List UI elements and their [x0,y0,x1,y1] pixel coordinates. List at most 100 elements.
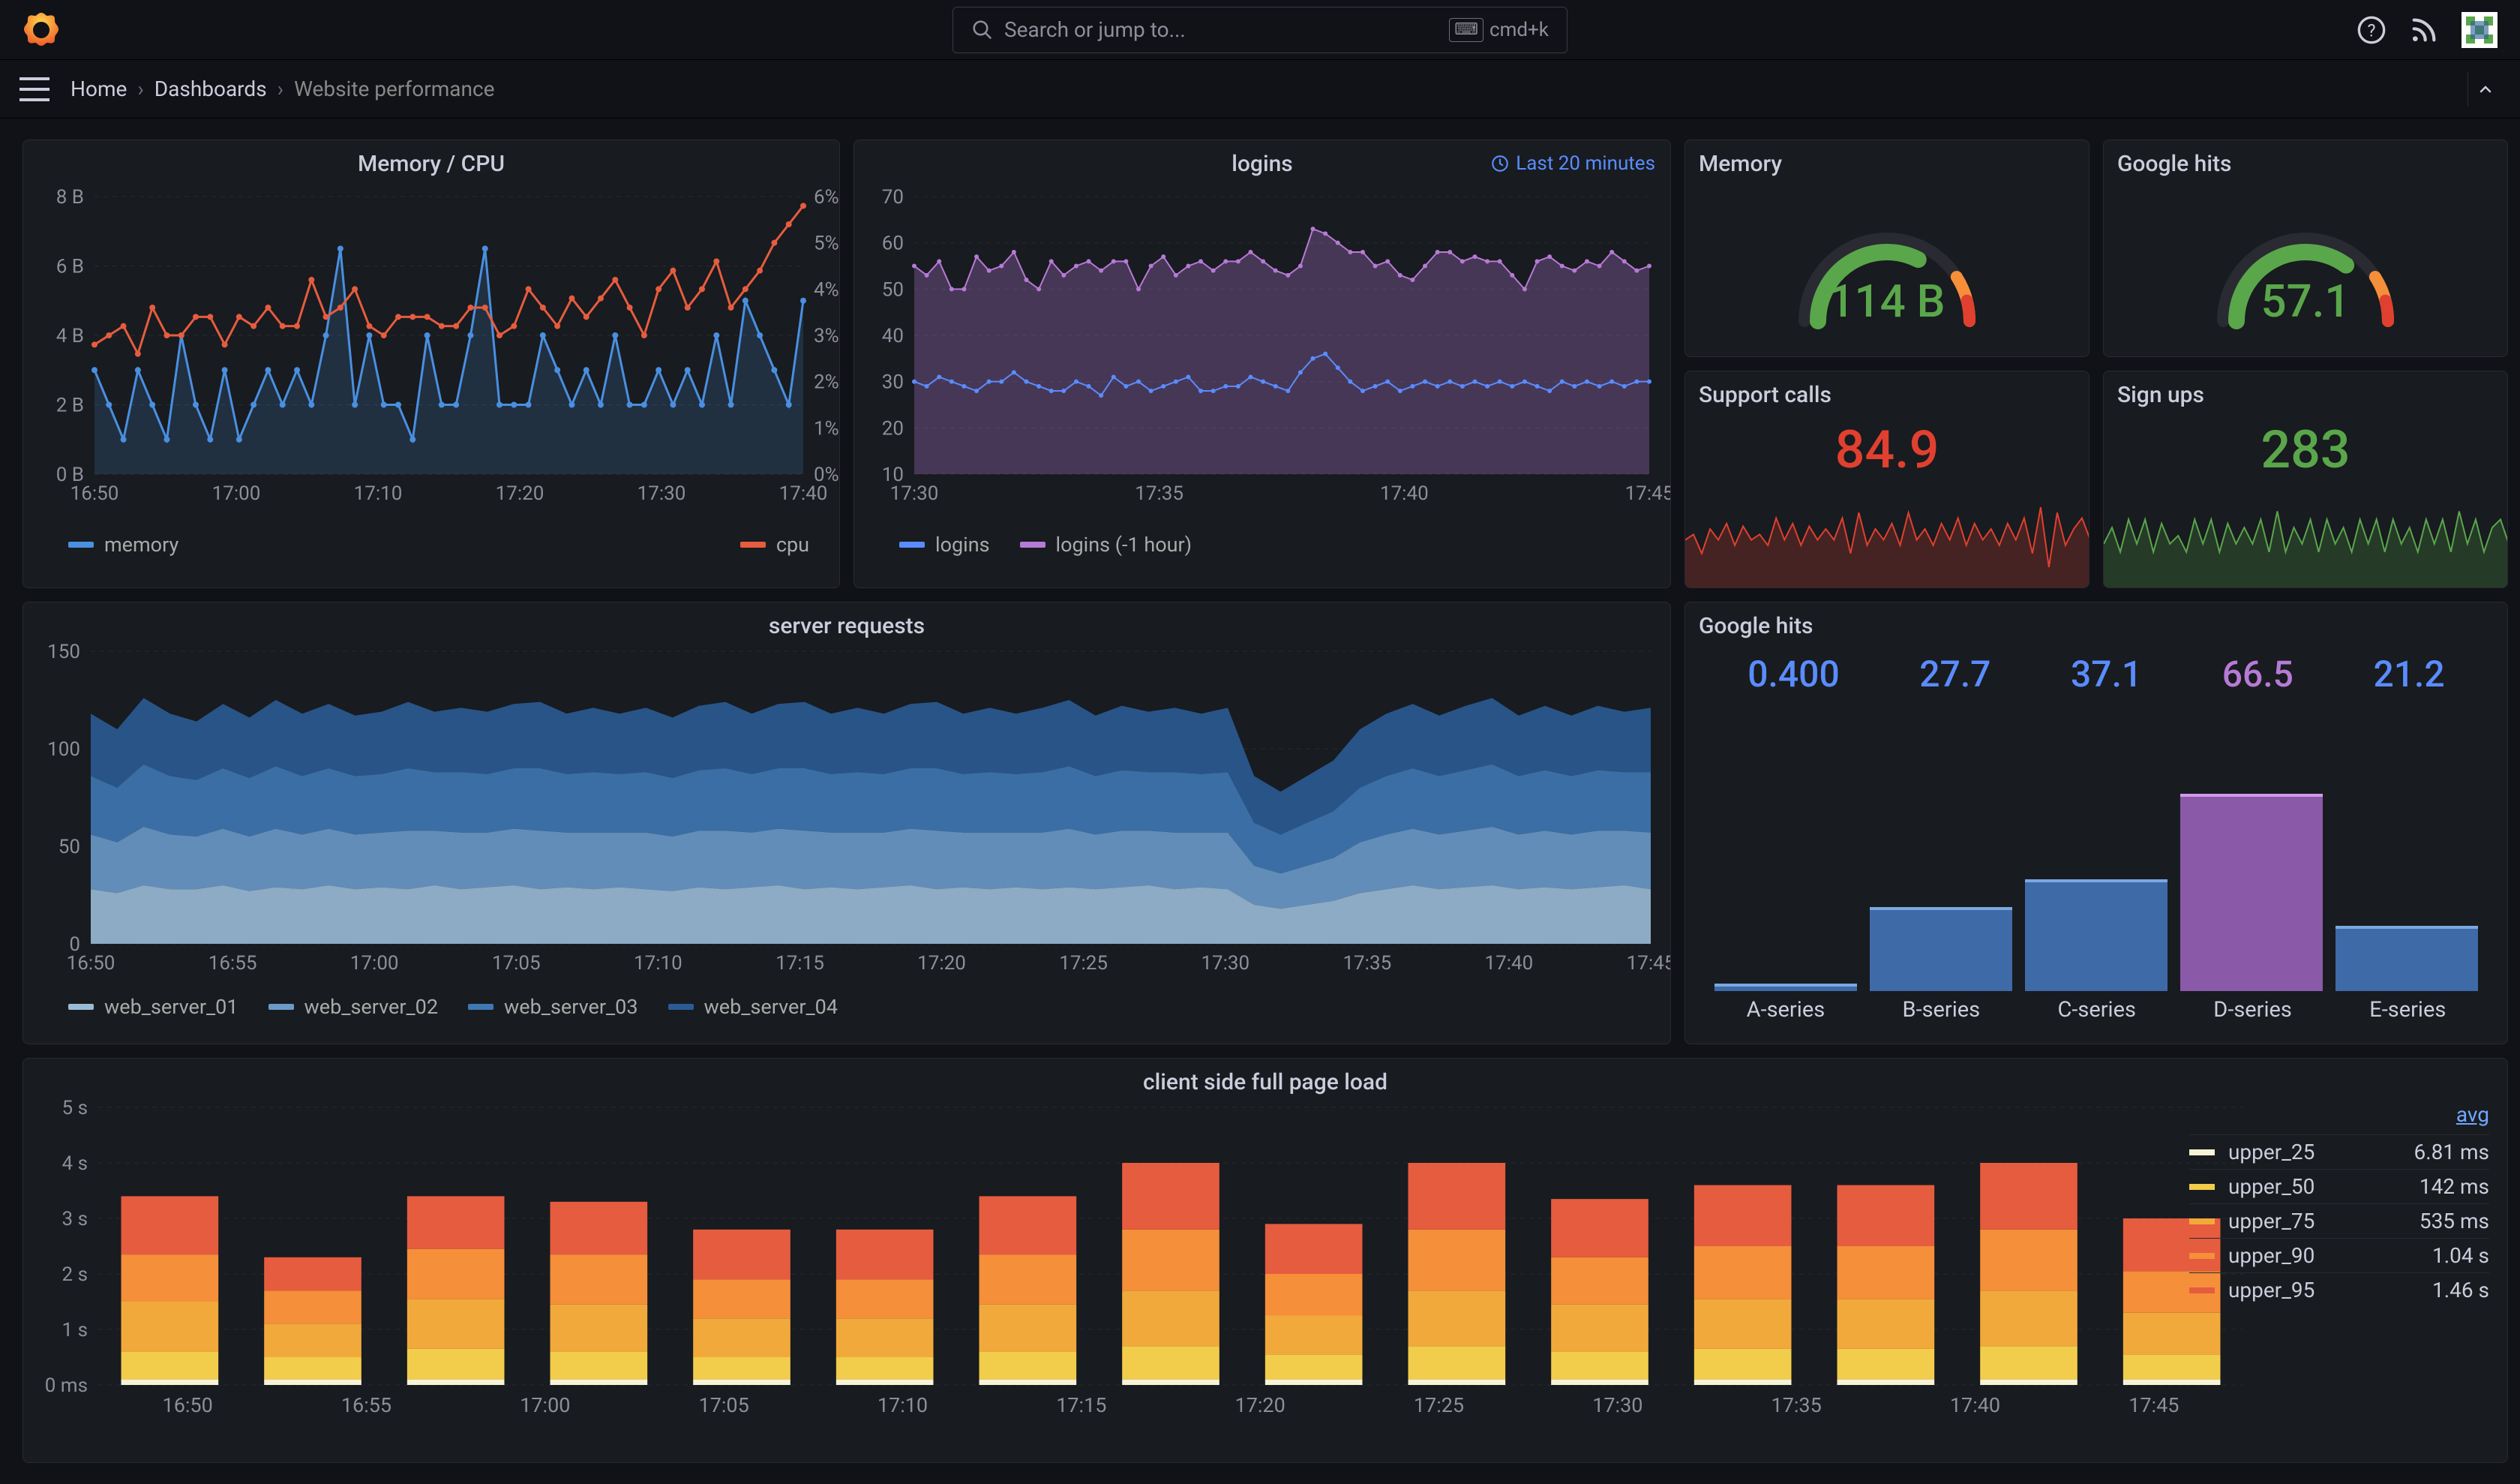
panel-sign-ups[interactable]: Sign ups 283 [2103,371,2508,588]
svg-text:6 B: 6 B [56,256,84,278]
svg-text:17:05: 17:05 [492,952,541,975]
svg-text:17:45: 17:45 [1627,952,1671,975]
grafana-logo[interactable] [22,11,60,49]
search-shortcut: ⌨ cmd+k [1449,18,1549,42]
svg-text:17:25: 17:25 [1414,1393,1464,1417]
svg-text:2 B: 2 B [56,395,84,417]
breadcrumb-home[interactable]: Home [70,77,127,101]
svg-text:2%: 2% [814,371,839,394]
svg-text:2 s: 2 s [62,1263,88,1286]
svg-text:16:50: 16:50 [70,482,119,505]
svg-text:17:40: 17:40 [779,482,828,505]
sparkline-support-calls [1685,497,2090,587]
svg-text:17:10: 17:10 [354,482,403,505]
svg-text:57.1: 57.1 [2261,275,2350,328]
svg-text:17:10: 17:10 [878,1393,928,1417]
legend-server-requests: web_server_01 web_server_02 web_server_0… [23,989,1670,1031]
chart-client-page-load: 0 ms1 s2 s3 s4 s5 s16:5016:5517:0017:051… [23,1100,2258,1430]
svg-text:17:30: 17:30 [1201,952,1250,975]
googlehits-bars [1685,698,2507,991]
chart-logins: 1020304050607017:3017:3517:4017:45 [854,182,1671,527]
svg-text:5%: 5% [814,233,839,255]
svg-text:17:30: 17:30 [638,482,686,505]
panel-googlehits-gauge[interactable]: Google hits 57.1 [2103,140,2508,357]
support-calls-value: 84.9 [1685,419,2089,481]
topbar: Search or jump to... ⌨ cmd+k ? [0,0,2520,60]
svg-text:17:45: 17:45 [2128,1393,2179,1417]
svg-text:70: 70 [882,186,904,209]
sign-ups-value: 283 [2104,419,2507,481]
panel-server-requests[interactable]: server requests 05010015016:5016:5517:00… [22,602,1671,1044]
svg-text:17:15: 17:15 [776,952,824,975]
gauge-googlehits: 57.1 [2193,194,2418,344]
svg-text:17:05: 17:05 [699,1393,749,1417]
svg-text:114 B: 114 B [1828,275,1945,328]
dashboard-grid: Memory / CPU 0 B2 B4 B6 B8 B0%1%2%3%4%5%… [0,119,2520,1484]
chart-memory-cpu: 0 B2 B4 B6 B8 B0%1%2%3%4%5%6%16:5017:001… [23,182,840,527]
svg-text:60: 60 [882,233,904,255]
svg-text:50: 50 [882,278,904,301]
time-range-note: Last 20 minutes [1490,152,1655,175]
svg-text:50: 50 [58,836,80,858]
panel-memory-cpu[interactable]: Memory / CPU 0 B2 B4 B6 B8 B0%1%2%3%4%5%… [22,140,840,588]
svg-text:40: 40 [882,325,904,347]
sparkline-sign-ups [2104,497,2508,587]
googlehits-values: 0.400 27.7 37.1 66.5 21.2 [1685,644,2507,698]
svg-text:16:55: 16:55 [208,952,257,975]
svg-text:17:40: 17:40 [1950,1393,2000,1417]
svg-text:17:35: 17:35 [1342,952,1391,975]
svg-text:150: 150 [47,644,80,663]
legend-client-page-load: avg upper_256.81 msupper_50142 msupper_7… [2189,1102,2489,1307]
search-placeholder: Search or jump to... [1004,17,1186,42]
breadcrumb-current: Website performance [294,77,494,101]
legend-memory-cpu: memory cpu [23,527,839,569]
svg-text:17:20: 17:20 [496,482,544,505]
svg-text:17:40: 17:40 [1485,952,1534,975]
svg-text:17:00: 17:00 [520,1393,570,1417]
googlehits-categories: A-seriesB-series C-seriesD-series E-seri… [1685,991,2507,1029]
panel-client-page-load[interactable]: client side full page load 0 ms1 s2 s3 s… [22,1058,2508,1463]
svg-text:6%: 6% [814,186,839,209]
svg-text:17:45: 17:45 [1625,482,1671,505]
svg-text:4%: 4% [814,278,839,301]
svg-text:0 ms: 0 ms [45,1374,88,1397]
svg-text:17:20: 17:20 [917,952,966,975]
panel-logins[interactable]: logins Last 20 minutes 1020304050607017:… [854,140,1671,588]
svg-text:4 B: 4 B [56,325,84,347]
svg-text:17:00: 17:00 [212,482,261,505]
svg-text:3%: 3% [814,325,839,347]
menu-icon[interactable] [18,73,51,106]
chart-server-requests: 05010015016:5016:5517:0017:0517:1017:151… [23,644,1671,989]
help-icon[interactable]: ? [2356,15,2386,45]
collapse-icon[interactable] [2468,72,2502,107]
svg-text:100: 100 [47,738,80,761]
svg-text:17:15: 17:15 [1056,1393,1106,1417]
svg-text:17:20: 17:20 [1235,1393,1286,1417]
clock-icon [1490,154,1510,173]
svg-text:1%: 1% [814,417,839,440]
svg-text:4 s: 4 s [62,1152,88,1175]
search-icon [971,19,994,41]
svg-text:3 s: 3 s [62,1208,88,1230]
panel-memory-gauge[interactable]: Memory 114 B [1684,140,2090,357]
breadcrumb-dashboards[interactable]: Dashboards [154,77,267,101]
svg-text:16:55: 16:55 [341,1393,392,1417]
svg-text:?: ? [2367,20,2375,41]
svg-text:16:50: 16:50 [163,1393,213,1417]
svg-text:8 B: 8 B [56,186,84,209]
svg-text:20: 20 [882,417,904,440]
rss-icon[interactable] [2409,15,2439,45]
gauge-memory: 114 B [1774,194,2000,344]
panel-support-calls[interactable]: Support calls 84.9 [1684,371,2090,588]
keyboard-icon: ⌨ [1449,18,1484,42]
svg-text:17:35: 17:35 [1772,1393,1822,1417]
svg-text:17:25: 17:25 [1059,952,1108,975]
breadcrumb-bar: Home › Dashboards › Website performance [0,60,2520,119]
avatar[interactable] [2462,12,2498,48]
legend-logins: logins logins (-1 hour) [854,527,1670,569]
panel-googlehits-bar[interactable]: Google hits 0.400 27.7 37.1 66.5 21.2 A-… [1684,602,2508,1044]
svg-text:17:30: 17:30 [890,482,939,505]
svg-text:17:35: 17:35 [1135,482,1184,505]
search-input[interactable]: Search or jump to... ⌨ cmd+k [952,7,1568,53]
svg-text:1 s: 1 s [62,1319,88,1341]
